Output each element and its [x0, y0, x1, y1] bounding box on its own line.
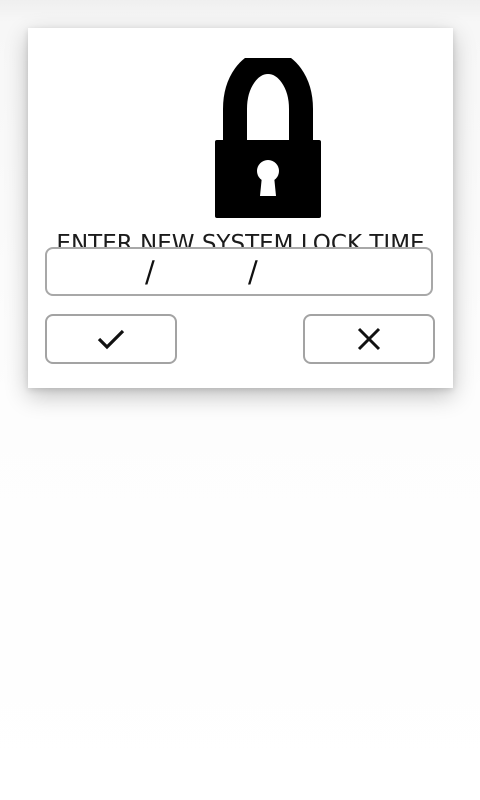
system-lock-dialog: ENTER NEW SYSTEM LOCK TIME / / — [28, 28, 453, 388]
close-icon — [357, 327, 381, 351]
confirm-button[interactable] — [45, 314, 177, 364]
padlock-icon — [215, 58, 321, 218]
checkmark-icon — [97, 329, 125, 350]
date-separator-second: / — [248, 255, 258, 289]
date-separator-first: / — [145, 255, 155, 289]
lock-time-date-input[interactable]: / / — [45, 247, 433, 296]
cancel-button[interactable] — [303, 314, 435, 364]
app-screen: ENTER NEW SYSTEM LOCK TIME / / — [0, 0, 480, 800]
